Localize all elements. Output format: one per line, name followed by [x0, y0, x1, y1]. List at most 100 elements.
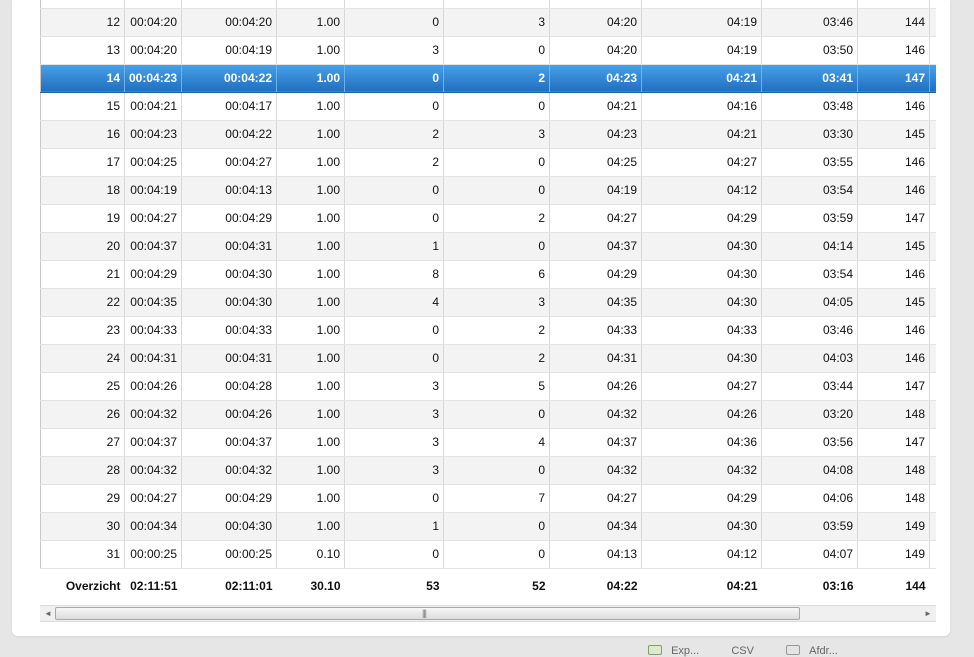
table-cell: 03:59 [761, 512, 858, 541]
table-cell: 00:04:27 [124, 204, 182, 233]
table-cell: 0 [344, 92, 444, 121]
table-row[interactable]: 23 00:04:33 00:04:33 1.00 0 2 04:33 04:33 03:46 1… [40, 316, 936, 345]
table-cell-overflow [929, 120, 936, 149]
table-cell: 00:04:20 [124, 8, 182, 37]
table-row-partial [40, 0, 936, 9]
table-cell: 147 [857, 64, 930, 93]
export-link[interactable]: Exp... [671, 645, 699, 657]
table-row[interactable]: 18 00:04:19 00:04:13 1.00 0 0 04:19 04:12 03:54 1… [40, 176, 936, 205]
table-row[interactable]: 31 00:00:25 00:00:25 0.10 0 0 04:13 04:12 04:07 1… [40, 540, 936, 569]
table-row[interactable]: 24 00:04:31 00:04:31 1.00 0 2 04:31 04:30 04:03 1… [40, 344, 936, 373]
table-cell: 03:44 [761, 372, 858, 401]
table-cell: 00:04:17 [181, 92, 277, 121]
table-cell: 04:20 [549, 8, 642, 37]
table-row[interactable]: 13 00:04:20 00:04:19 1.00 3 0 04:20 04:19 03:50 1… [40, 36, 936, 65]
table-cell: 1.00 [276, 372, 345, 401]
table-row[interactable]: 19 00:04:27 00:04:29 1.00 0 2 04:27 04:29 03:59 1… [40, 204, 936, 233]
table-cell: 0 [443, 92, 550, 121]
table-cell-overflow [929, 428, 936, 457]
table-cell: 147 [857, 204, 930, 233]
table-row[interactable]: 20 00:04:37 00:04:31 1.00 1 0 04:37 04:30 04:14 1… [40, 232, 936, 261]
table-cell: 146 [857, 176, 930, 205]
table-cell: 3 [344, 428, 444, 457]
table-cell: 00:04:19 [181, 36, 277, 65]
table-cell-overflow [929, 484, 936, 513]
table-cell: 00:04:33 [181, 316, 277, 345]
summary-cell: 02:11:51 [124, 568, 182, 600]
table-cell: 04:25 [549, 148, 642, 177]
table-cell: 04:32 [641, 456, 762, 485]
table-cell: 04:30 [641, 288, 762, 317]
table-cell: 03:50 [761, 36, 858, 65]
table-cell: 146 [857, 148, 930, 177]
table-row[interactable]: 28 00:04:32 00:04:32 1.00 3 0 04:32 04:32 04:08 1… [40, 456, 936, 485]
horizontal-scrollbar[interactable]: ◄ ||| ► [40, 605, 936, 622]
table-cell: 04:13 [549, 540, 642, 569]
table-cell: 00:04:37 [124, 428, 182, 457]
table-cell: 04:29 [641, 484, 762, 513]
table-cell: 144 [857, 8, 930, 37]
table-cell: 31 [40, 540, 125, 569]
table-cell: 3 [344, 36, 444, 65]
table-cell: 2 [443, 204, 550, 233]
print-icon [786, 645, 801, 655]
table-row[interactable]: 21 00:04:29 00:04:30 1.00 8 6 04:29 04:30 03:54 1… [40, 260, 936, 289]
table-row[interactable]: 26 00:04:32 00:04:26 1.00 3 0 04:32 04:26 03:20 1… [40, 400, 936, 429]
table-row-selected[interactable]: 14 00:04:23 00:04:22 1.00 0 2 04:23 04:21 03:41 1… [40, 64, 936, 93]
table-row[interactable]: 30 00:04:34 00:04:30 1.00 1 0 04:34 04:30 03:59 1… [40, 512, 936, 541]
table-cell: 1.00 [276, 400, 345, 429]
table-cell: 0 [443, 148, 550, 177]
table-cell: 04:26 [641, 400, 762, 429]
table-cell: 0 [443, 176, 550, 205]
table-row[interactable]: 25 00:04:26 00:04:28 1.00 3 5 04:26 04:27 03:44 1… [40, 372, 936, 401]
scroll-right-arrow-icon[interactable]: ► [920, 606, 936, 621]
table-row[interactable]: 17 00:04:25 00:04:27 1.00 2 0 04:25 04:27 03:55 1… [40, 148, 936, 177]
table-row[interactable]: 22 00:04:35 00:04:30 1.00 4 3 04:35 04:30 04:05 1… [40, 288, 936, 317]
table-cell: 00:04:20 [181, 8, 277, 37]
table-cell: 04:33 [549, 316, 642, 345]
table-cell: 00:04:37 [124, 232, 182, 261]
table-row[interactable]: 15 00:04:21 00:04:17 1.00 0 0 04:21 04:16 03:48 1… [40, 92, 936, 121]
summary-cell: 52 [443, 568, 550, 600]
laps-table: 12 00:04:20 00:04:20 1.00 0 3 04:20 04:19 03:46 1… [40, 0, 936, 600]
table-cell-overflow [929, 260, 936, 289]
summary-cell: 03:16 [761, 568, 858, 600]
table-cell: 0 [443, 400, 550, 429]
table-cell: 149 [857, 512, 930, 541]
table-cell: 146 [857, 36, 930, 65]
table-cell: 00:04:23 [124, 64, 182, 93]
table-cell-overflow [929, 400, 936, 429]
print-link[interactable]: Afdr... [809, 645, 838, 657]
table-cell: 04:14 [761, 232, 858, 261]
table-cell-overflow [929, 316, 936, 345]
table-cell: 145 [857, 232, 930, 261]
table-cell: 00:04:13 [181, 176, 277, 205]
summary-row: Overzicht 02:11:51 02:11:01 30.10 53 52 04:22 0… [40, 568, 936, 600]
table-cell: 03:20 [761, 400, 858, 429]
table-row[interactable]: 29 00:04:27 00:04:29 1.00 0 7 04:27 04:29 04:06 1… [40, 484, 936, 513]
table-cell: 03:54 [761, 260, 858, 289]
table-cell: 00:04:31 [181, 344, 277, 373]
table-cell: 146 [857, 92, 930, 121]
summary-cell: 144 [857, 568, 930, 600]
table-row[interactable]: 16 00:04:23 00:04:22 1.00 2 3 04:23 04:21 03:30 1… [40, 120, 936, 149]
table-row[interactable]: 12 00:04:20 00:04:20 1.00 0 3 04:20 04:19 03:46 1… [40, 8, 936, 37]
csv-link[interactable]: CSV [731, 645, 754, 657]
scroll-left-arrow-icon[interactable]: ◄ [40, 606, 56, 621]
scrollbar-thumb[interactable]: ||| [55, 607, 800, 620]
table-cell-overflow [929, 204, 936, 233]
table-cell: 23 [40, 316, 125, 345]
summary-label: Overzicht [40, 568, 125, 600]
table-cell: 04:23 [549, 120, 642, 149]
table-cell: 0 [344, 204, 444, 233]
table-cell: 19 [40, 204, 125, 233]
table-cell: 2 [344, 148, 444, 177]
table-row[interactable]: 27 00:04:37 00:04:37 1.00 3 4 04:37 04:36 03:56 1… [40, 428, 936, 457]
table-cell: 00:04:22 [181, 120, 277, 149]
table-cell: 00:04:22 [181, 64, 277, 93]
table-cell: 0 [344, 484, 444, 513]
table-cell: 1.00 [276, 64, 345, 93]
table-cell: 0 [443, 540, 550, 569]
table-cell: 04:21 [549, 92, 642, 121]
table-cell: 04:27 [641, 148, 762, 177]
